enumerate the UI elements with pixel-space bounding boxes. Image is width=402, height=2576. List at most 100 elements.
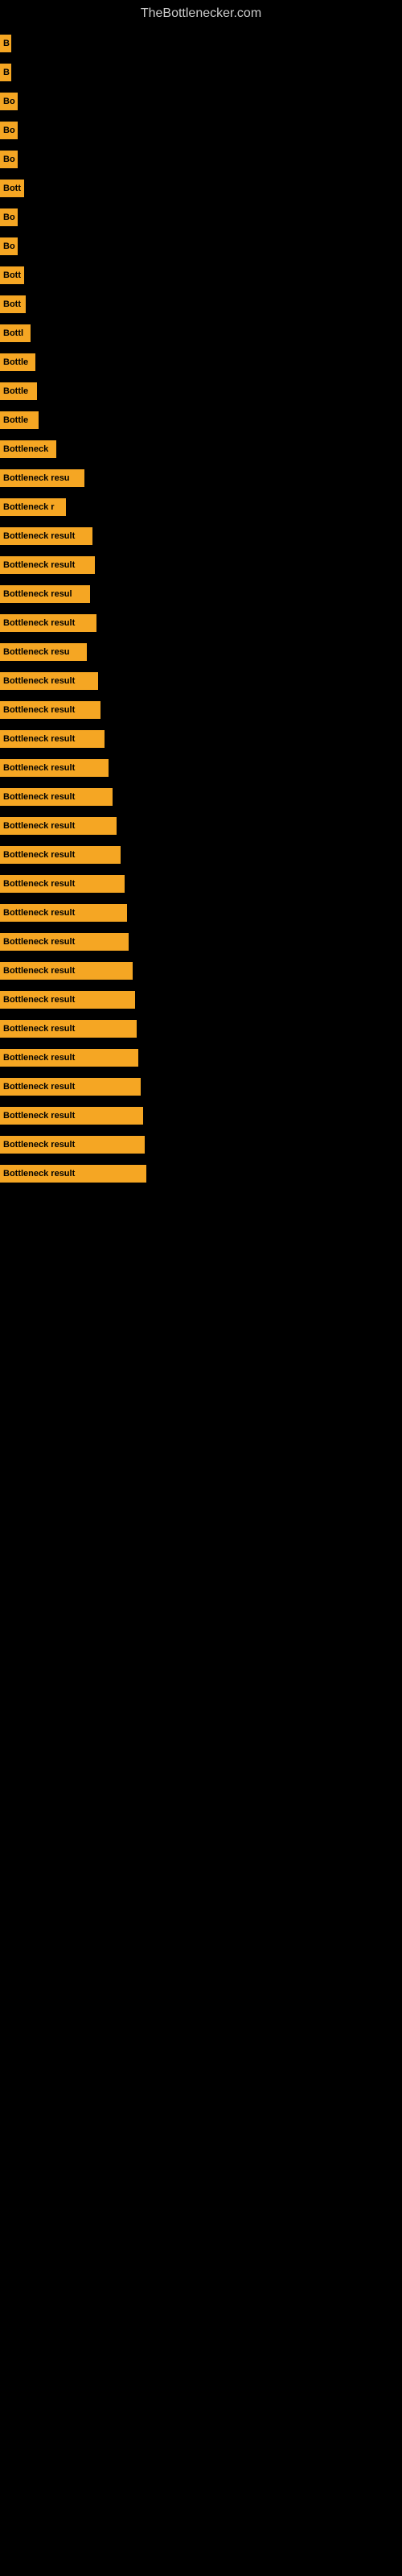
bar-label: B [3,68,10,77]
bar-row: Bottleneck result [0,1046,402,1069]
bottleneck-bar[interactable]: Bottl [0,324,31,342]
bottleneck-bar[interactable]: Bottleneck r [0,498,66,516]
bar-row: Bottleneck result [0,989,402,1011]
bottleneck-bar[interactable]: Bottleneck result [0,730,105,748]
bottleneck-bar[interactable]: Bott [0,266,24,284]
bottleneck-bar[interactable]: Bottle [0,411,39,429]
bar-row: Bo [0,119,402,142]
bottleneck-bar[interactable]: Bottleneck result [0,701,100,719]
bar-row: Bo [0,148,402,171]
bar-row: Bottleneck result [0,699,402,721]
bottleneck-bar[interactable]: Bottleneck resu [0,643,87,661]
bottleneck-bar[interactable]: Bottleneck result [0,933,129,951]
bar-row: Bottleneck result [0,1133,402,1156]
bottleneck-bar[interactable]: Bott [0,180,24,197]
bottleneck-bar[interactable]: Bottleneck resu [0,469,84,487]
bar-label: Bottleneck result [3,821,75,831]
bottleneck-bar[interactable]: Bottleneck result [0,1107,143,1125]
bottleneck-bar[interactable]: Bottleneck result [0,1020,137,1038]
bottleneck-bar[interactable]: Bottleneck result [0,1165,146,1183]
bar-row: Bo [0,235,402,258]
bar-row: Bottleneck result [0,960,402,982]
bottleneck-bar[interactable]: Bo [0,237,18,255]
bar-row: Bottle [0,351,402,374]
bottleneck-bar[interactable]: Bott [0,295,26,313]
bar-row: Bottleneck result [0,815,402,837]
bar-row: Bottleneck result [0,525,402,547]
bar-label: Bottle [3,357,28,367]
bar-label: Bottleneck result [3,966,75,976]
bottleneck-bar[interactable]: Bottleneck resul [0,585,90,603]
bar-label: B [3,39,10,48]
bottleneck-bar[interactable]: B [0,64,11,81]
bar-row: Bottleneck result [0,902,402,924]
bottleneck-bar[interactable]: Bottleneck result [0,1136,145,1154]
bar-row: Bott [0,293,402,316]
bar-label: Bottleneck result [3,1053,75,1063]
bottleneck-bar[interactable]: Bottleneck result [0,817,117,835]
bottleneck-bar[interactable]: Bottleneck result [0,759,109,777]
bottleneck-bar[interactable]: Bottleneck result [0,672,98,690]
bottleneck-bar[interactable]: Bottleneck result [0,788,113,806]
bar-label: Bottleneck result [3,850,75,860]
bar-label: Bo [3,97,15,106]
bar-label: Bottleneck resu [3,647,70,657]
bar-label: Bottleneck result [3,1082,75,1092]
bar-label: Bottleneck result [3,676,75,686]
bar-label: Bottleneck result [3,792,75,802]
bar-label: Bottl [3,328,23,338]
bottleneck-bar[interactable]: Bo [0,208,18,226]
bottleneck-bar[interactable]: Bo [0,93,18,110]
bottleneck-bar[interactable]: Bo [0,122,18,139]
bar-row: Bottleneck resu [0,641,402,663]
bar-row: B [0,61,402,84]
bottleneck-bar[interactable]: Bottleneck result [0,962,133,980]
bar-row: B [0,32,402,55]
bottleneck-bar[interactable]: Bottleneck result [0,904,127,922]
bottleneck-bar[interactable]: Bottleneck [0,440,56,458]
bar-row: Bottle [0,380,402,402]
bottleneck-bar[interactable]: Bottleneck result [0,991,135,1009]
bar-row: Bo [0,206,402,229]
bar-row: Bottleneck result [0,786,402,808]
bar-label: Bo [3,242,15,251]
bar-row: Bott [0,177,402,200]
bottleneck-bar[interactable]: Bottleneck result [0,614,96,632]
bottleneck-bar[interactable]: Bottle [0,382,37,400]
bar-row: Bottleneck [0,438,402,460]
bar-label: Bottleneck resu [3,473,70,483]
bar-label: Bottleneck result [3,908,75,918]
bottleneck-bar[interactable]: Bottleneck result [0,1078,141,1096]
bar-label: Bottleneck result [3,1024,75,1034]
bottleneck-bar[interactable]: Bo [0,151,18,168]
bar-row: Bottleneck resul [0,583,402,605]
bar-label: Bottleneck result [3,879,75,889]
bottleneck-bar[interactable]: Bottleneck result [0,1049,138,1067]
bar-label: Bottleneck result [3,734,75,744]
bar-row: Bottleneck result [0,1104,402,1127]
bar-label: Bottleneck result [3,1169,75,1179]
bottleneck-bar[interactable]: Bottleneck result [0,846,121,864]
bar-label: Bottleneck result [3,560,75,570]
bottleneck-bar[interactable]: Bottleneck result [0,527,92,545]
bar-label: Bo [3,126,15,135]
bar-label: Bottleneck result [3,995,75,1005]
bar-row: Bottleneck result [0,554,402,576]
bar-row: Bottleneck resu [0,467,402,489]
bar-label: Bottleneck resul [3,589,72,599]
bar-label: Bottleneck result [3,1140,75,1150]
bottleneck-bar[interactable]: Bottle [0,353,35,371]
bar-row: Bottleneck result [0,844,402,866]
bar-label: Bott [3,184,21,193]
bar-label: Bottleneck r [3,502,55,512]
bar-row: Bottleneck result [0,670,402,692]
bar-row: Bott [0,264,402,287]
bar-row: Bottle [0,409,402,431]
bottleneck-bar[interactable]: Bottleneck result [0,556,95,574]
bar-label: Bottleneck result [3,531,75,541]
bar-label: Bottle [3,415,28,425]
bottleneck-bar[interactable]: Bottleneck result [0,875,125,893]
site-title: TheBottlenecker.com [0,0,402,27]
bar-label: Bott [3,270,21,280]
bottleneck-bar[interactable]: B [0,35,11,52]
